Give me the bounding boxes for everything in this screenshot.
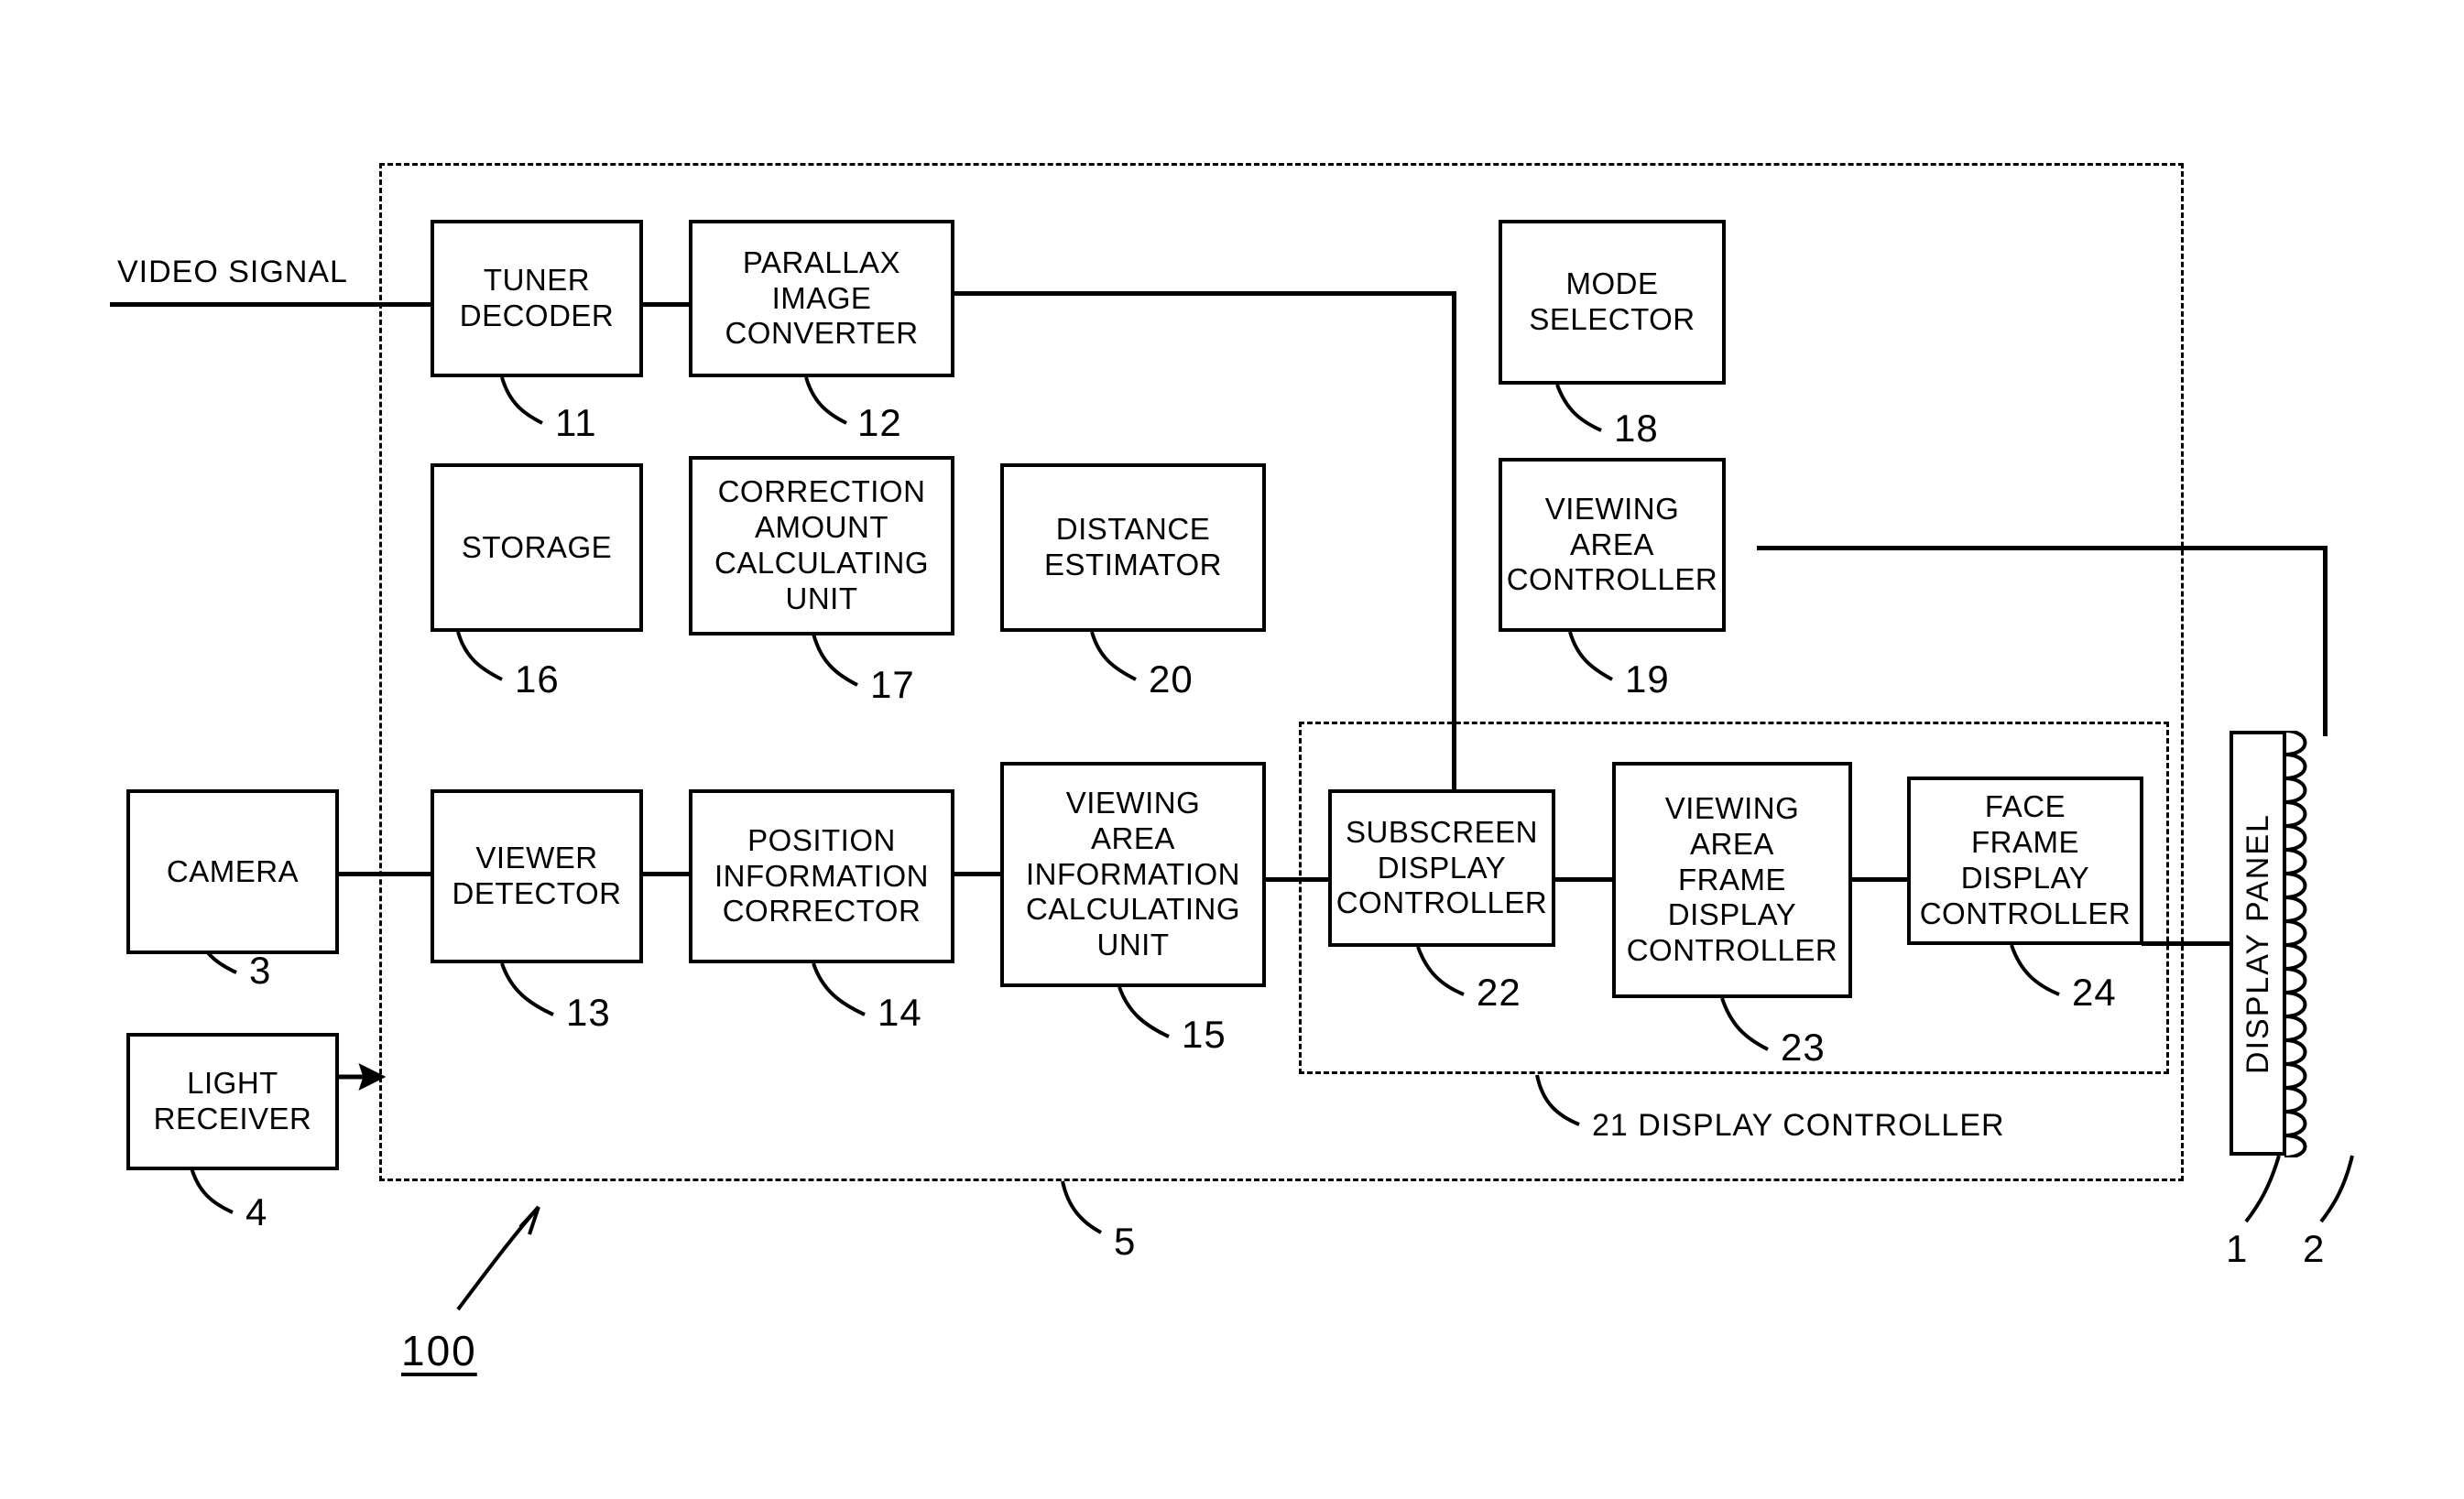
ref-2-lens-array: 2 <box>2303 1227 2326 1270</box>
block-storage[interactable]: STORAGE <box>431 463 643 632</box>
ref-14: 14 <box>878 991 922 1034</box>
system-reference-100: 100 <box>401 1327 477 1374</box>
block-mode-selector[interactable]: MODE SELECTOR <box>1499 220 1726 385</box>
ref-16: 16 <box>515 657 560 701</box>
block-tuner-decoder[interactable]: TUNER DECODER <box>431 220 643 377</box>
block-correction-amount-calculating-unit[interactable]: CORRECTION AMOUNT CALCULATING UNIT <box>689 456 954 635</box>
block-camera[interactable]: CAMERA <box>126 789 339 954</box>
block-display-panel[interactable] <box>2230 731 2286 1156</box>
ref-12: 12 <box>857 401 902 444</box>
block-face-frame-display-controller[interactable]: FACE FRAME DISPLAY CONTROLLER <box>1907 777 2143 945</box>
block-distance-estimator[interactable]: DISTANCE ESTIMATOR <box>1000 463 1266 632</box>
ref-1-display-panel: 1 <box>2226 1227 2249 1270</box>
lenticular-lens-array-icon <box>2284 731 2307 1157</box>
block-viewer-detector[interactable]: VIEWER DETECTOR <box>431 789 643 963</box>
ref-23: 23 <box>1781 1026 1826 1069</box>
display-controller-group-caption: 21 DISPLAY CONTROLLER <box>1592 1108 2005 1143</box>
block-viewing-area-controller[interactable]: VIEWING AREA CONTROLLER <box>1499 458 1726 632</box>
block-light-receiver[interactable]: LIGHT RECEIVER <box>126 1033 339 1170</box>
ref-18: 18 <box>1614 407 1659 450</box>
patent-figure-canvas: TUNER DECODER PARALLAX IMAGE CONVERTER S… <box>0 0 2464 1499</box>
block-parallax-image-converter[interactable]: PARALLAX IMAGE CONVERTER <box>689 220 954 377</box>
ref-5-body: 5 <box>1114 1220 1137 1263</box>
ref-11: 11 <box>555 401 597 444</box>
leader-lines <box>189 376 2354 1311</box>
ref-4: 4 <box>245 1190 268 1233</box>
ref-24: 24 <box>2072 971 2117 1014</box>
light-receiver-arrow-icon <box>330 1063 387 1091</box>
block-subscreen-display-controller[interactable]: SUBSCREEN DISPLAY CONTROLLER <box>1328 789 1555 947</box>
ref-20: 20 <box>1149 657 1194 701</box>
block-viewing-area-information-calculating-unit[interactable]: VIEWING AREA INFORMATION CALCULATING UNI… <box>1000 762 1266 987</box>
video-signal-label: VIDEO SIGNAL <box>117 255 348 289</box>
ref-15: 15 <box>1182 1013 1227 1056</box>
ref-3: 3 <box>249 949 272 992</box>
block-viewing-area-frame-display-controller[interactable]: VIEWING AREA FRAME DISPLAY CONTROLLER <box>1612 762 1852 998</box>
ref-13: 13 <box>566 991 611 1034</box>
ref-17: 17 <box>870 663 915 706</box>
ref-22: 22 <box>1477 971 1521 1014</box>
block-position-information-corrector[interactable]: POSITION INFORMATION CORRECTOR <box>689 789 954 963</box>
ref-19: 19 <box>1625 657 1670 701</box>
